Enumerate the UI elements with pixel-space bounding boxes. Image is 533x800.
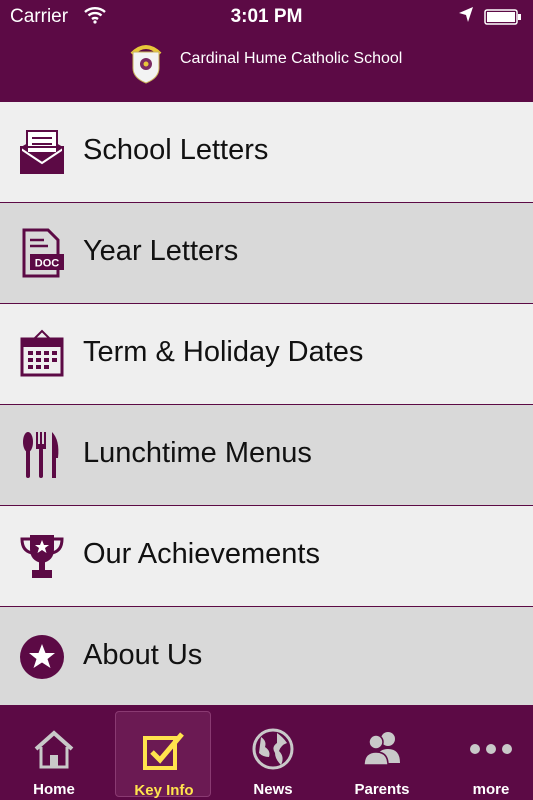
status-bar: Carrier 3:01 PM [0,0,533,34]
school-crest-logo [130,45,162,84]
checkbox-icon [143,732,184,770]
globe-icon [252,728,294,770]
menu-item-lunchtime-menus[interactable]: Lunchtime Menus [0,405,533,506]
menu-item-term-dates[interactable]: Term & Holiday Dates [0,304,533,405]
tab-label: Key Info [134,782,194,799]
tab-label: Home [33,781,75,798]
more-icon [470,744,512,754]
trophy-icon [20,535,64,578]
menu-item-year-letters[interactable]: DOC Year Letters [0,203,533,304]
tab-label: News [253,781,293,798]
calendar-icon [20,329,64,377]
menu-item-label: About Us [83,639,203,671]
menu-item-label: Lunchtime Menus [83,437,312,469]
menu-item-label: Term & Holiday Dates [83,336,364,368]
tab-home[interactable]: Home [6,711,102,798]
app-header: Cardinal Hume Catholic School [0,34,533,102]
menu-item-label: School Letters [83,134,269,166]
tab-more[interactable]: more [443,711,533,798]
envelope-icon [20,130,64,174]
tab-bar: Home Key Info News Parents more [0,705,533,800]
home-icon [34,730,74,769]
status-time: 3:01 PM [230,6,303,27]
location-arrow-icon [459,7,473,22]
cutlery-icon [23,432,59,478]
school-title: Cardinal Hume Catholic School [180,50,403,67]
doc-icon: DOC [22,228,64,278]
menu-item-label: Year Letters [83,235,239,267]
tab-parents[interactable]: Parents [334,711,430,798]
svg-text:DOC: DOC [35,258,60,270]
people-icon [363,732,400,766]
tab-label: more [472,781,510,798]
tab-news[interactable]: News [225,711,321,798]
menu-item-achievements[interactable]: Our Achievements [0,506,533,607]
tab-key-info[interactable]: Key Info [115,711,211,799]
menu-list: School Letters DOC Year Letters Term & H… [0,102,533,708]
tab-label: Parents [354,781,410,798]
menu-item-school-letters[interactable]: School Letters [0,102,533,203]
battery-icon [484,9,521,25]
menu-item-label: Our Achievements [83,538,320,570]
menu-item-about-us[interactable]: About Us [0,607,533,708]
star-circle-icon [20,635,64,679]
